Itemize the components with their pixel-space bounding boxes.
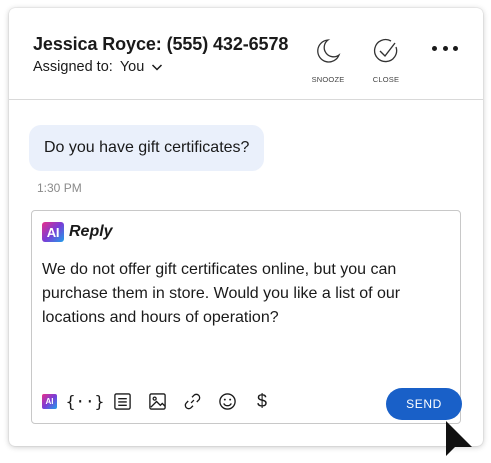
snooze-button[interactable]: SNOOZE (300, 36, 356, 84)
close-button[interactable]: CLOSE (358, 36, 414, 84)
reply-composer[interactable]: AI Reply We do not offer gift certificat… (31, 210, 462, 424)
assigned-value: You (119, 59, 145, 75)
snooze-label: SNOOZE (311, 75, 345, 84)
chevron-down-icon (150, 60, 164, 74)
image-icon[interactable] (147, 391, 167, 411)
reply-label: Reply (69, 223, 113, 240)
template-icon[interactable] (112, 391, 132, 411)
incoming-message: Do you have gift certificates? (29, 125, 265, 171)
conversation-header: Jessica Royce: (555) 432-6578 Assigned t… (9, 8, 483, 100)
conversation-card: Jessica Royce: (555) 432-6578 Assigned t… (9, 8, 483, 446)
check-circle-icon (372, 36, 400, 71)
message-time: 1:30 PM (37, 181, 82, 195)
moon-icon (314, 36, 342, 71)
variables-icon[interactable]: {··} (66, 391, 105, 411)
assigned-to-dropdown[interactable]: Assigned to: You (33, 59, 164, 75)
send-button[interactable]: SEND (386, 388, 462, 420)
ai-assist-button[interactable]: AI (42, 393, 57, 409)
assigned-label: Assigned to: (33, 59, 113, 75)
link-icon[interactable] (182, 391, 202, 411)
more-options-button[interactable] (427, 38, 463, 58)
emoji-icon[interactable] (217, 391, 237, 411)
reply-text-area[interactable]: We do not offer gift certificates online… (42, 258, 454, 330)
close-label: CLOSE (372, 75, 400, 84)
cursor-arrow (445, 420, 473, 458)
contact-title: Jessica Royce: (555) 432-6578 (33, 34, 289, 54)
dollar-icon[interactable]: $ (252, 391, 272, 411)
more-icon (432, 45, 437, 51)
reply-header: AI Reply (42, 222, 113, 242)
ai-icon: AI (42, 222, 64, 242)
composer-toolbar: AI {··} $ (42, 391, 287, 411)
